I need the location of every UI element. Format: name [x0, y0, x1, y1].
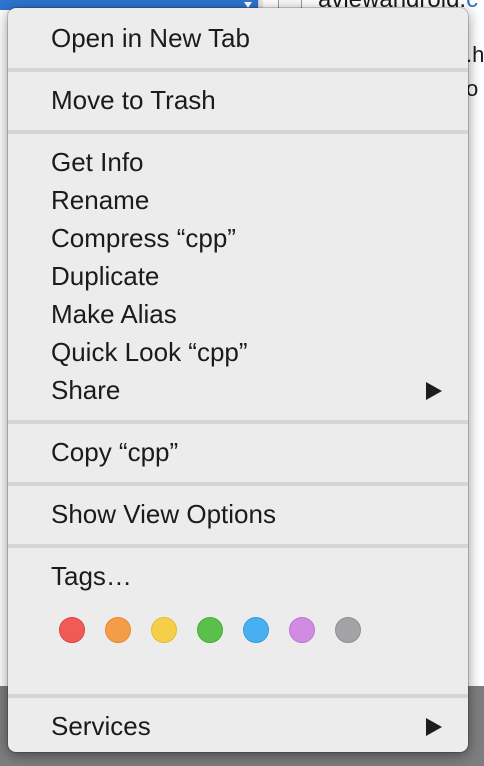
menu-item-copy[interactable]: Copy “cpp”: [8, 434, 468, 470]
tag-blue-button[interactable]: [243, 617, 269, 643]
menu-item-duplicate[interactable]: Duplicate: [8, 258, 468, 294]
menu-item-rename[interactable]: Rename: [8, 182, 468, 218]
menu-item-share[interactable]: Share: [8, 372, 468, 408]
menu-item-show-view-options[interactable]: Show View Options: [8, 496, 468, 532]
menu-item-get-info[interactable]: Get Info: [8, 144, 468, 180]
menu-separator: [8, 544, 468, 548]
menu-item-quick-look[interactable]: Quick Look “cpp”: [8, 334, 468, 370]
tag-orange-button[interactable]: [105, 617, 131, 643]
menu-separator: [8, 482, 468, 486]
menu-item-label: Open in New Tab: [51, 23, 250, 53]
menu-item-label: Rename: [51, 185, 150, 215]
tag-color-picker: [59, 617, 361, 647]
menu-item-label: Get Info: [51, 147, 144, 177]
menu-item-label: Tags…: [51, 561, 132, 591]
menu-item-move-to-trash[interactable]: Move to Trash: [8, 82, 468, 118]
menu-item-label: Copy “cpp”: [51, 437, 179, 467]
menu-item-label: Services: [51, 711, 151, 741]
menu-item-label: Move to Trash: [51, 85, 216, 115]
menu-item-label: Duplicate: [51, 261, 160, 291]
menu-item-services[interactable]: Services: [8, 708, 468, 744]
triangle-right-icon: [426, 718, 442, 736]
tag-yellow-button[interactable]: [151, 617, 177, 643]
menu-item-label: Show View Options: [51, 499, 276, 529]
tag-gray-button[interactable]: [335, 617, 361, 643]
context-menu: Open in New Tab Move to Trash Get Info R…: [8, 8, 468, 752]
menu-item-open-in-new-tab[interactable]: Open in New Tab: [8, 20, 468, 56]
menu-item-label: Compress “cpp”: [51, 223, 236, 253]
menu-item-label: Quick Look “cpp”: [51, 337, 248, 367]
tag-purple-button[interactable]: [289, 617, 315, 643]
menu-item-label: Make Alias: [51, 299, 177, 329]
menu-item-label: Share: [51, 375, 121, 405]
menu-separator: [8, 420, 468, 424]
menu-separator: [8, 694, 468, 698]
triangle-right-icon: [426, 382, 442, 400]
menu-item-tags[interactable]: Tags…: [8, 558, 468, 594]
tag-red-button[interactable]: [59, 617, 85, 643]
menu-item-compress[interactable]: Compress “cpp”: [8, 220, 468, 256]
menu-item-make-alias[interactable]: Make Alias: [8, 296, 468, 332]
menu-separator: [8, 130, 468, 134]
tag-green-button[interactable]: [197, 617, 223, 643]
menu-separator: [8, 68, 468, 72]
background-file-name-2: .h: [466, 42, 484, 67]
